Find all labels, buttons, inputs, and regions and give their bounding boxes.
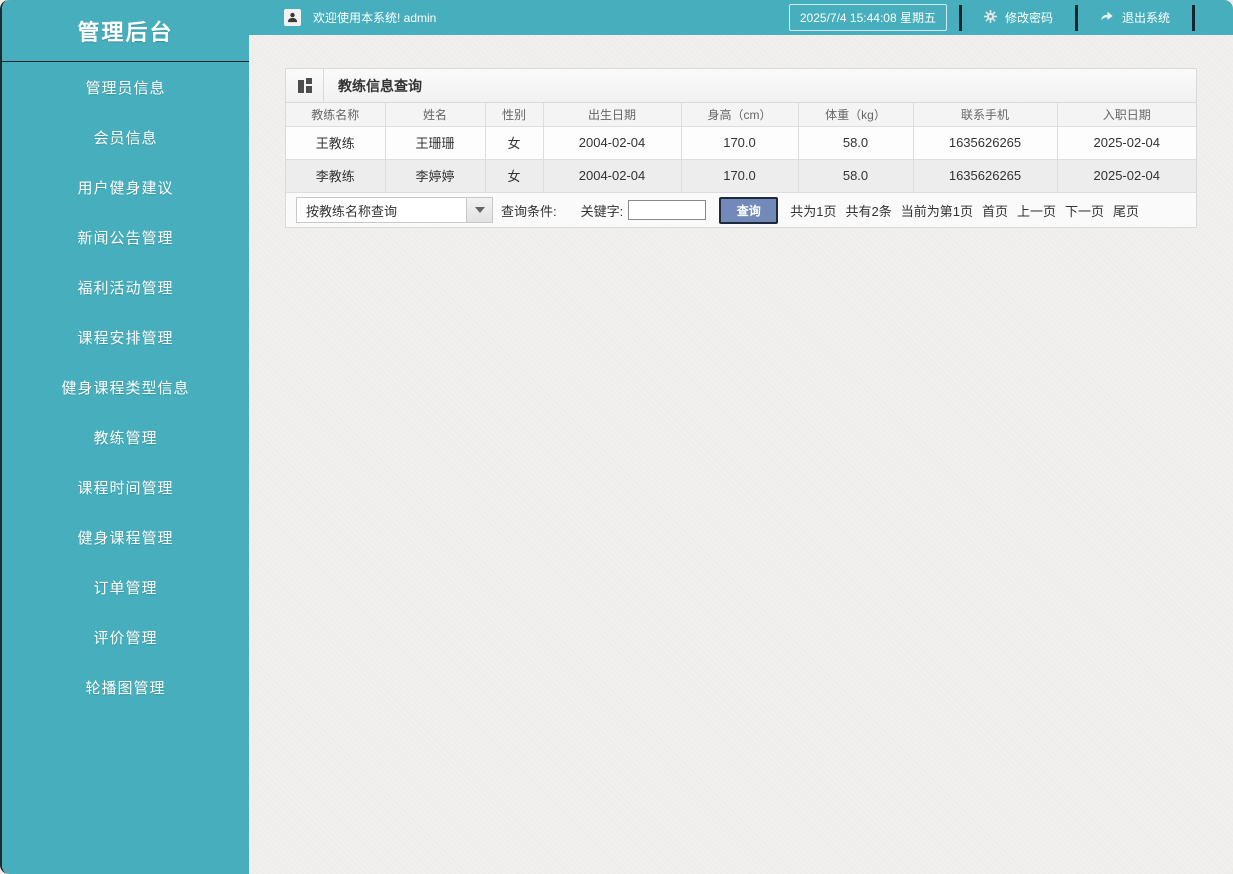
sidebar-item-9[interactable]: 健身课程管理 — [2, 512, 249, 562]
keyword-input[interactable] — [628, 200, 707, 220]
total-pages-text: 共为1页 — [790, 203, 837, 219]
table-cell-0-1: 王珊珊 — [384, 125, 486, 160]
column-header-4: 身高（cm） — [680, 103, 799, 127]
next-page-link[interactable]: 下一页 — [1065, 201, 1104, 220]
current-page-text: 当前为第1页 — [900, 203, 973, 219]
sidebar-item-8[interactable]: 课程时间管理 — [2, 462, 249, 512]
gear-icon — [983, 9, 997, 26]
table-cell-1-3: 2004-02-04 — [542, 158, 682, 193]
table-cell-1-0: 李教练 — [285, 158, 386, 193]
panel-title: 教练信息查询 — [338, 77, 422, 94]
coach-table: 教练名称 姓名 性别 出生日期 身高（cm） 体重（kg） 联系手机 入职日期 王教练 王珊珊女… — [285, 103, 1197, 193]
column-header-1: 姓名 — [384, 103, 486, 127]
sidebar-item-3[interactable]: 新闻公告管理 — [2, 212, 249, 262]
sidebar-item-6[interactable]: 健身课程类型信息 — [2, 362, 249, 412]
change-password-label: 修改密码 — [1004, 11, 1053, 25]
search-button[interactable]: 查询 — [719, 196, 779, 224]
sidebar-item-11[interactable]: 评价管理 — [2, 612, 249, 662]
panel-header: 教练信息查询 — [286, 69, 1196, 103]
prev-page-link[interactable]: 上一页 — [1017, 201, 1056, 220]
table-cell-1-7: 2025-02-04 — [1056, 158, 1197, 193]
sidebar-item-1[interactable]: 会员信息 — [2, 112, 249, 162]
sidebar: 管理后台 管理员信息 会员信息 用户健身建议 新闻公告管理 福利活动管理 课程安排管理 健身… — [2, 0, 249, 874]
topbar: 欢迎使用本系统! admin 2025/7/4 15:44:08 星期五 修改密… — [249, 0, 1233, 35]
sidebar-item-0[interactable]: 管理员信息 — [2, 62, 249, 112]
topbar-actions: 2025/7/4 15:44:08 星期五 修改密码 退出系统 — [788, 0, 1233, 35]
table-cell-0-2: 女 — [484, 125, 544, 160]
table-header-row: 教练名称 姓名 性别 出生日期 身高（cm） 体重（kg） 联系手机 入职日期 — [285, 103, 1197, 127]
coach-table-body: 王教练 王珊珊女 2004-02-04 170.0 58.0 1635626265 2025… — [285, 125, 1197, 193]
table-cell-0-6: 1635626265 — [912, 125, 1058, 160]
caret-down-icon — [474, 207, 485, 213]
app-title: 管理后台 — [2, 0, 249, 62]
table-cell-1-6: 1635626265 — [912, 158, 1058, 193]
table-cell-1-1: 李婷婷 — [384, 158, 486, 193]
column-header-7: 入职日期 — [1056, 103, 1197, 127]
first-page-link[interactable]: 首页 — [982, 201, 1008, 220]
table-row-1: 李教练 李婷婷女 2004-02-04 170.0 58.0 1635626265 2025… — [285, 158, 1197, 193]
sidebar-item-2[interactable]: 用户健身建议 — [2, 162, 249, 212]
sidebar-item-5[interactable]: 课程安排管理 — [2, 312, 249, 362]
main-content: 教练信息查询 教练名称 姓名 性别 出生日期 身高（cm） 体重（kg） 联系手机 入职日期 … — [249, 35, 1233, 874]
column-header-5: 体重（kg） — [797, 103, 914, 127]
column-header-6: 联系手机 — [912, 103, 1058, 127]
keyword-label: 关键字: — [580, 203, 624, 219]
pagination: 共为1页 共有2条 当前为第1页 首页 上一页 下一页 尾页 — [790, 201, 1139, 220]
change-password-button[interactable]: 修改密码 — [962, 0, 1075, 35]
sidebar-item-4[interactable]: 福利活动管理 — [2, 262, 249, 312]
sidebar-item-7[interactable]: 教练管理 — [2, 412, 249, 462]
dropdown-arrow-icon[interactable] — [466, 198, 492, 222]
table-cell-0-4: 170.0 — [680, 125, 799, 160]
condition-label: 查询条件: — [501, 203, 557, 219]
query-type-selected-value: 按教练名称查询 — [306, 203, 398, 219]
sidebar-item-12[interactable]: 轮播图管理 — [2, 662, 249, 712]
column-header-2: 性别 — [484, 103, 544, 127]
coach-table-head: 教练名称 姓名 性别 出生日期 身高（cm） 体重（kg） 联系手机 入职日期 — [285, 103, 1197, 127]
table-cell-1-2: 女 — [484, 158, 544, 193]
table-cell-1-5: 58.0 — [797, 158, 914, 193]
query-type-select[interactable]: 按教练名称查询 — [296, 197, 493, 223]
sidebar-item-10[interactable]: 订单管理 — [2, 562, 249, 612]
logout-button[interactable]: 退出系统 — [1078, 0, 1192, 35]
datetime: 2025/7/4 15:44:08 星期五 — [788, 4, 947, 31]
panel-grid-icon — [286, 69, 324, 102]
last-page-link[interactable]: 尾页 — [1113, 201, 1139, 220]
sidebar-menu: 管理员信息 会员信息 用户健身建议 新闻公告管理 福利活动管理 课程安排管理 健身课程类型信… — [2, 62, 249, 712]
table-cell-1-4: 170.0 — [680, 158, 799, 193]
table-row-0: 王教练 王珊珊女 2004-02-04 170.0 58.0 1635626265 2025… — [285, 125, 1197, 160]
table-cell-0-3: 2004-02-04 — [542, 125, 682, 160]
topbar-welcome-area: 欢迎使用本系统! admin — [284, 9, 436, 26]
coach-query-panel: 教练信息查询 教练名称 姓名 性别 出生日期 身高（cm） 体重（kg） 联系手机 入职日期 … — [285, 68, 1197, 228]
topbar-end-spacer — [1195, 0, 1233, 35]
table-cell-0-0: 王教练 — [285, 125, 386, 160]
table-cell-0-5: 58.0 — [797, 125, 914, 160]
logout-label: 退出系统 — [1121, 11, 1170, 25]
user-icon — [284, 9, 301, 26]
column-header-0: 教练名称 — [285, 103, 386, 127]
table-cell-0-7: 2025-02-04 — [1056, 125, 1197, 160]
welcome-text: 欢迎使用本系统! admin — [313, 11, 437, 25]
total-records-text: 共有2条 — [845, 203, 892, 219]
column-header-3: 出生日期 — [542, 103, 682, 127]
query-bar: 按教练名称查询 查询条件: 关键字: 查询 共为1页 共有2条 当前为第1页 首… — [286, 192, 1196, 227]
logout-arrow-icon — [1100, 10, 1114, 25]
app-window: 管理后台 管理员信息 会员信息 用户健身建议 新闻公告管理 福利活动管理 课程安排管理 健身… — [0, 0, 1233, 874]
